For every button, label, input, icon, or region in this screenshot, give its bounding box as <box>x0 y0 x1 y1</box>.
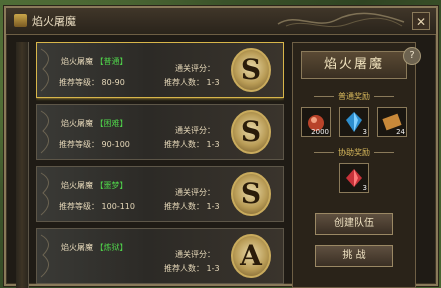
recommended-players: 推荐人数： 1-3 <box>164 202 220 211</box>
difficulty-tag: 【炼狱】 <box>95 243 128 252</box>
grade-badge: S <box>231 172 271 216</box>
dungeon-row-nightmare[interactable]: 焰火屠魔 【噩梦】 推荐等级： 100-110 通关评分： 推荐人数： 1-3 … <box>36 166 284 222</box>
recommended-players: 推荐人数： 1-3 <box>164 264 220 273</box>
panel-title: 焰火屠魔 <box>301 51 407 79</box>
dragon-ornament-icon <box>277 12 405 28</box>
title-bar[interactable]: 焰火屠魔 ✕ <box>6 8 436 35</box>
clear-rating-label: 通关评分： <box>175 126 215 135</box>
swirl-ornament-icon <box>40 110 49 154</box>
grade-badge: S <box>231 110 271 154</box>
difficulty-tag: 【困难】 <box>95 119 128 128</box>
clear-rating-label: 通关评分： <box>175 188 215 197</box>
dungeon-row-normal[interactable]: 焰火屠魔 【普通】 推荐等级： 80-90 通关评分： 推荐人数： 1-3 S <box>36 42 284 98</box>
dungeon-row-purgatory[interactable]: 焰火屠魔 【炼狱】 通关评分： 推荐人数： 1-3 A <box>36 228 284 284</box>
reward-slot[interactable]: 3 <box>339 163 369 193</box>
swirl-ornament-icon <box>40 234 49 278</box>
clear-rating-label: 通关评分： <box>175 250 215 259</box>
swirl-ornament-icon <box>40 172 49 216</box>
reward-count: 24 <box>396 128 405 136</box>
normal-reward-heading: 普通奖励 <box>301 91 407 102</box>
reward-slot[interactable]: 2000 <box>301 107 331 137</box>
swirl-ornament-icon <box>40 48 49 92</box>
recommended-level: 推荐等级： 100-110 <box>59 202 135 211</box>
window-emblem-icon <box>14 14 27 27</box>
challenge-button[interactable]: 挑 战 <box>315 245 393 267</box>
grade-badge: S <box>231 48 271 92</box>
assist-reward-heading: 协助奖励 <box>301 147 407 158</box>
difficulty-tag: 【普通】 <box>95 57 128 66</box>
reward-slot[interactable]: 3 <box>339 107 369 137</box>
close-button[interactable]: ✕ <box>412 12 430 30</box>
dungeon-name: 焰火屠魔 【普通】 <box>61 57 128 66</box>
recommended-players: 推荐人数： 1-3 <box>164 140 220 149</box>
difficulty-tag: 【噩梦】 <box>95 181 128 190</box>
reward-count: 3 <box>362 184 367 192</box>
dungeon-list: 焰火屠魔 【普通】 推荐等级： 80-90 通关评分： 推荐人数： 1-3 S … <box>36 42 284 288</box>
dungeon-name: 焰火屠魔 【噩梦】 <box>61 181 128 190</box>
recommended-level: 推荐等级： 90-100 <box>59 140 130 149</box>
help-button[interactable]: ? <box>403 47 421 65</box>
dungeon-window: 焰火屠魔 ✕ 焰火屠魔 【普通】 推荐等级： 80-90 通关评分： 推荐人数：… <box>4 6 438 288</box>
dungeon-row-hard[interactable]: 焰火屠魔 【困难】 推荐等级： 90-100 通关评分： 推荐人数： 1-3 S <box>36 104 284 160</box>
grade-badge: A <box>231 234 271 278</box>
window-title: 焰火屠魔 <box>32 15 76 28</box>
clear-rating-label: 通关评分： <box>175 64 215 73</box>
list-scrollbar[interactable] <box>16 42 29 288</box>
dungeon-name: 焰火屠魔 【困难】 <box>61 119 128 128</box>
reward-slot[interactable]: 24 <box>377 107 407 137</box>
reward-panel: 焰火屠魔 ? 普通奖励 2000 3 24 协助奖励 3 创建队伍 挑 战 <box>292 42 421 288</box>
dungeon-name: 焰火屠魔 【炼狱】 <box>61 243 128 252</box>
create-team-button[interactable]: 创建队伍 <box>315 213 393 235</box>
reward-count: 2000 <box>311 128 329 136</box>
recommended-level: 推荐等级： 80-90 <box>59 78 125 87</box>
reward-count: 3 <box>362 128 367 136</box>
recommended-players: 推荐人数： 1-3 <box>164 78 220 87</box>
